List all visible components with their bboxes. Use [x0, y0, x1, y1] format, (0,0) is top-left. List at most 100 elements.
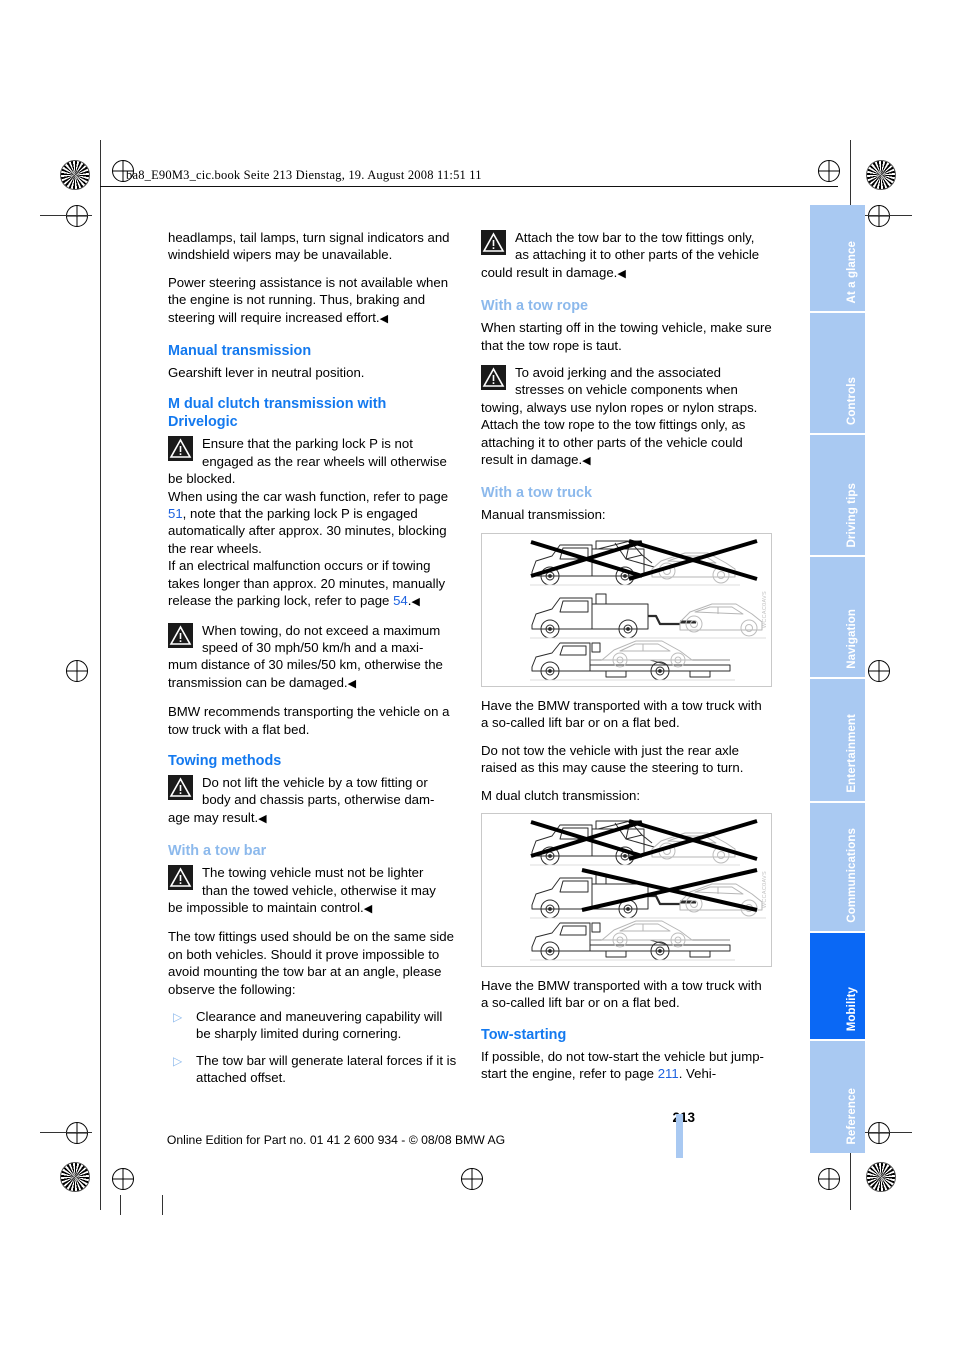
heading-m-dual-clutch: M dual clutch transmission with Drivelog…	[168, 396, 387, 431]
warning-line-3: could result in damage.◀	[481, 264, 772, 283]
warning-towing-vehicle-weight-text: The towing vehicle must not be lighter t…	[168, 864, 459, 918]
end-mark-icon: ◀	[582, 455, 591, 468]
warning-car-wash-note: When using the car wash function, refer …	[168, 488, 459, 558]
list-item: ▷ The tow bar will generate lateral forc…	[168, 1052, 459, 1087]
sidebar-tab-label: Communications	[846, 828, 858, 923]
page-reference-54[interactable]: 54	[393, 593, 408, 608]
paragraph-do-not-tow-rear-axle: Do not tow the vehicle with just the rea…	[481, 742, 744, 776]
warning-triangle-icon	[168, 774, 193, 800]
registration-mark-bottom-right	[818, 1168, 840, 1190]
warning-triangle-icon	[481, 230, 506, 255]
end-mark-icon: ◀	[379, 312, 389, 325]
warning-malfunction-note: If an electrical malfunction occurs or i…	[168, 557, 459, 611]
list-item-label: Clearance and maneuvering capability wil…	[196, 1009, 443, 1042]
figure-tow-truck-manual: WCCAC0AVS	[481, 532, 772, 687]
sidebar-tab-label: Entertainment	[846, 714, 858, 793]
warning-line-3-text: could result in damage.	[481, 264, 618, 280]
footer-imprint: Online Edition for Part no. 01 41 2 600 …	[166, 1133, 506, 1147]
paragraph-tow-rope-taut: When starting off in the towing vehicle,…	[481, 320, 772, 353]
heading-with-a-tow-bar: With a tow bar	[168, 843, 267, 860]
warning-line-2: engaged as the rear wheels will otherwis…	[202, 453, 447, 469]
warning-line-1: Do not lift the vehicle by a tow fitting…	[202, 774, 428, 790]
car-wash-text-b: , note that the parking lock P is engage…	[168, 506, 447, 556]
sidebar-tab-label: At a glance	[846, 240, 858, 303]
sidebar-tab-controls[interactable]: Controls	[810, 313, 865, 435]
warning-line-1: Ensure that the parking lock P is not	[202, 436, 413, 452]
sidebar-tab-entertainment[interactable]: Entertainment	[810, 679, 865, 803]
paragraph-gearshift: Gearshift lever in neutral position.	[168, 365, 365, 381]
warning-triangle-icon	[168, 436, 193, 462]
paragraph-have-transported-manual: Have the BMW transported with a tow truc…	[481, 697, 762, 731]
sidebar-tab-communications[interactable]: Communications	[810, 803, 865, 933]
warning-line-2: speed of 30 mph/50 km/h and a maxi-	[202, 639, 424, 655]
warning-parking-lock: Ensure that the parking lock P is not en…	[168, 435, 459, 611]
warning-line-3-text: towing, always use nylon ropes or nylon …	[481, 399, 758, 468]
sidebar-tab-label: Controls	[846, 376, 858, 425]
warning-line-1: When towing, do not exceed a maximum	[202, 622, 441, 638]
warning-line-3-text: age may result.	[168, 809, 259, 825]
triangle-bullet-icon: ▷	[173, 1010, 183, 1024]
end-mark-icon: ◀	[617, 267, 626, 280]
registration-mark-left	[66, 205, 88, 227]
warning-line-2: as attaching it to other parts of the ve…	[515, 247, 760, 263]
paragraph-tow-starting: If possible, do not tow-start the vehicl…	[481, 1048, 772, 1083]
page-reference-51[interactable]: 51	[168, 506, 183, 521]
paragraph-have-transported-mdct: Have the BMW transported with a tow truc…	[481, 977, 762, 1011]
page-reference-211[interactable]: 211	[658, 1066, 679, 1081]
list-item: ▷ Clearance and maneuvering capability w…	[168, 1008, 459, 1043]
warning-line-1: To avoid jerking and the associated	[515, 365, 722, 381]
sidebar-tab-label: Mobility	[846, 986, 858, 1031]
sidebar-tab-mobility[interactable]: Mobility	[810, 933, 865, 1041]
figure-tow-truck-manual-illustration	[530, 538, 766, 681]
warning-do-not-lift: Do not lift the vehicle by a tow fitting…	[168, 774, 459, 828]
caption-mdct-transmission: M dual clutch transmission:	[481, 787, 641, 803]
warning-line-3-text: be impossible to maintain control.	[168, 899, 364, 915]
crop-tick-bottom-b	[162, 1195, 163, 1215]
warning-triangle-icon	[481, 365, 506, 391]
heading-towing-methods: Towing methods	[168, 752, 282, 769]
warning-avoid-jerking: To avoid jerking and the associated stre…	[481, 364, 772, 470]
warning-line-1: The towing vehicle must not be lighter	[202, 865, 424, 881]
sidebar-tab-label: Reference	[846, 1088, 858, 1145]
warning-line-1: Attach the tow bar to the tow fittings o…	[515, 230, 755, 245]
figure-code: WCCAC0AVS	[759, 814, 772, 966]
sidebar-tab-navigation[interactable]: Navigation	[810, 557, 865, 679]
sidebar-tab-at-a-glance[interactable]: At a glance	[810, 205, 865, 313]
right-text-column: Attach the tow bar to the tow fittings o…	[481, 229, 772, 1093]
warning-line-3: be impossible to maintain control.◀	[168, 899, 459, 918]
registration-mark-top-right	[818, 160, 840, 182]
warning-triangle-icon	[168, 622, 193, 648]
list-item-label: The tow bar will generate lateral forces…	[196, 1052, 457, 1086]
caption-manual-transmission: Manual transmission:	[481, 507, 606, 523]
warning-attach-tow-bar-text: Attach the tow bar to the tow fittings o…	[481, 229, 772, 283]
tow-starting-text-a: If possible, do not tow-start the vehicl…	[481, 1048, 764, 1082]
warning-line-3: towing, always use nylon ropes or nylon …	[481, 399, 772, 471]
page-number: 213	[672, 1110, 695, 1125]
car-wash-text-a: When using the car wash function, refer …	[168, 488, 449, 504]
sidebar-tab-label: Driving tips	[846, 482, 858, 547]
registration-star-top-left	[60, 160, 90, 190]
crop-line-left	[100, 140, 101, 1210]
warning-line-2: than the towed vehicle, otherwise it may	[202, 882, 436, 898]
sidebar-tab-reference[interactable]: Reference	[810, 1041, 865, 1153]
figure-code: WCCAC0AVS	[759, 534, 772, 686]
sidebar-tab-driving-tips[interactable]: Driving tips	[810, 435, 865, 557]
registration-mark-bottom-center	[461, 1168, 483, 1190]
warning-towing-vehicle-weight: The towing vehicle must not be lighter t…	[168, 864, 459, 918]
registration-mark-right	[868, 205, 890, 227]
warning-do-not-lift-text: Do not lift the vehicle by a tow fitting…	[168, 774, 459, 828]
warning-line-3-text: mum distance of 30 miles/50 km, otherwis…	[168, 657, 443, 690]
print-header-line: ba8_E90M3_cic.book Seite 213 Dienstag, 1…	[126, 168, 482, 182]
warning-line-2: stresses on vehicle components when	[515, 382, 738, 398]
figure-tow-truck-mdct-illustration	[530, 818, 766, 961]
warning-line-3: be blocked.	[168, 471, 236, 487]
figure-code-label: WCCAC0AVS	[761, 871, 768, 909]
paragraph-power-steering-text: Power steering assistance is not availab…	[168, 274, 449, 325]
triangle-bullet-icon: ▷	[173, 1053, 183, 1068]
footer-accent-bar	[676, 1114, 683, 1158]
end-mark-icon: ◀	[347, 677, 357, 690]
registration-star-bottom-left	[60, 1162, 90, 1192]
warning-max-speed-text: When towing, do not exceed a maximum spe…	[168, 622, 459, 694]
paragraph-tow-fittings: The tow fittings used should be on the s…	[168, 929, 454, 997]
heading-with-a-tow-truck: With a tow truck	[481, 485, 593, 502]
